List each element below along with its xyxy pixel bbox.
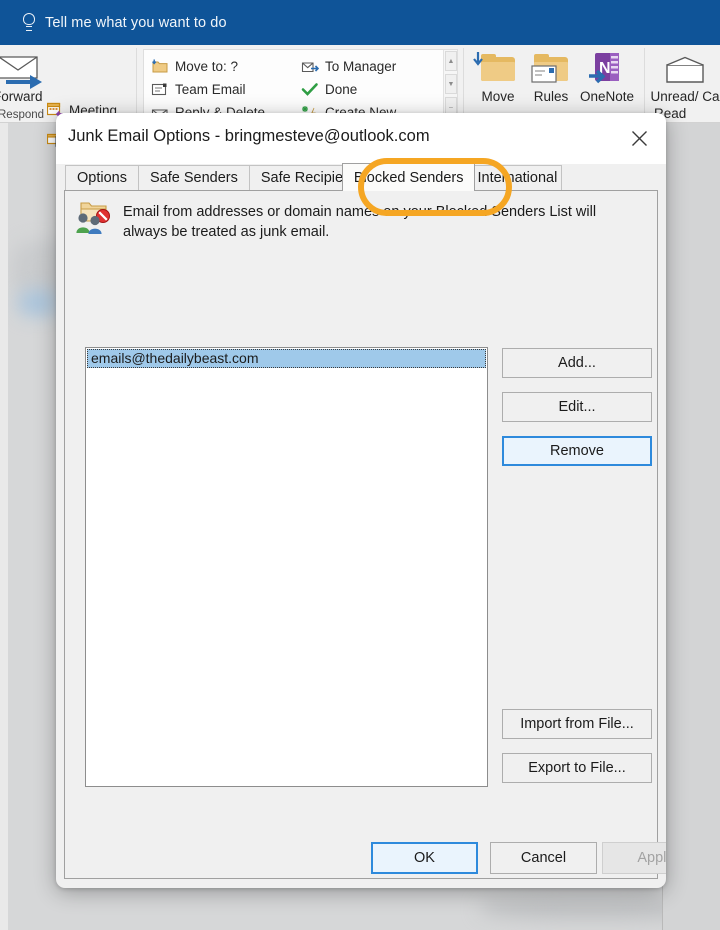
quick-steps-column-right: To Manager Done Create New [301, 55, 396, 116]
cancel-button[interactable]: Cancel [490, 842, 597, 874]
dialog-footer: OK Cancel Apply [56, 828, 666, 888]
ribbon-separator [463, 48, 464, 118]
quick-step-item[interactable]: To Manager [301, 55, 396, 78]
description-row: Email from addresses or domain names on … [74, 201, 644, 242]
move-folder-icon [470, 50, 526, 88]
move-button[interactable]: Move [470, 50, 526, 105]
tell-me-bar[interactable]: Tell me what you want to do [0, 0, 720, 45]
tab-safe-recipients[interactable]: Safe Recipients [248, 165, 343, 190]
forward-icon[interactable] [0, 53, 42, 89]
tab-international[interactable]: International [474, 165, 563, 190]
add-button[interactable]: Add... [502, 348, 652, 378]
right-pane [663, 123, 720, 930]
dialog-title-bar: Junk Email Options - bringmesteve@outloo… [56, 113, 666, 164]
onenote-icon: N [576, 50, 638, 88]
edit-button[interactable]: Edit... [502, 392, 652, 422]
export-to-file-button[interactable]: Export to File... [502, 753, 652, 783]
background-blur-blob [18, 290, 58, 316]
onenote-button[interactable]: N OneNote [576, 50, 638, 105]
move-label: Move [481, 89, 515, 104]
lightbulb-icon [22, 13, 36, 32]
blocked-senders-listbox[interactable]: emails@thedailybeast.com [85, 347, 488, 787]
team-email-icon [151, 82, 169, 97]
quick-step-label: Move to: ? [175, 59, 239, 74]
tab-panel-blocked-senders: Email from addresses or domain names on … [64, 191, 658, 879]
left-rail [0, 123, 8, 930]
quick-step-item[interactable]: Move to: ? [151, 55, 265, 78]
tab-safe-senders[interactable]: Safe Senders [137, 165, 250, 190]
close-icon[interactable] [622, 123, 656, 153]
forward-label: Forward [0, 89, 43, 104]
ribbon-separator [136, 48, 137, 118]
remove-button[interactable]: Remove [502, 436, 652, 466]
ribbon: Forward Respond Meeting [0, 45, 720, 148]
ribbon-group-quick-steps: Move to: ? Team Email Reply & Delete To … [143, 49, 458, 117]
arrow-down-icon [473, 52, 483, 66]
tell-me-label: Tell me what you want to do [45, 14, 227, 31]
quick-step-item[interactable]: Done [301, 78, 396, 101]
quick-steps-column-left: Move to: ? Team Email Reply & Delete [151, 55, 265, 116]
blocked-senders-icon [74, 201, 111, 235]
dialog-tabstrip: Options Safe Senders Safe Recipients Blo… [64, 163, 658, 191]
respond-group-label: Respond [0, 109, 45, 121]
rules-label: Rules [533, 89, 569, 104]
ribbon-separator [644, 48, 645, 118]
unread-read-icon [650, 50, 720, 88]
quick-step-item[interactable]: Team Email [151, 78, 265, 101]
dialog-title: Junk Email Options - bringmesteve@outloo… [68, 127, 430, 145]
scroll-up-button[interactable]: ▲ [445, 51, 457, 71]
done-check-icon [301, 82, 319, 97]
ribbon-group-respond: Forward Respond Meeting [0, 45, 117, 148]
scroll-down-button[interactable]: ▼ [445, 74, 457, 94]
to-manager-icon [301, 59, 320, 74]
junk-email-options-dialog: Junk Email Options - bringmesteve@outloo… [56, 113, 666, 888]
tab-blocked-senders[interactable]: Blocked Senders [341, 163, 476, 191]
envelope-small-icon [531, 65, 557, 83]
rules-icon [523, 50, 579, 88]
onenote-label: OneNote [579, 89, 635, 104]
quick-step-label: Done [325, 82, 358, 97]
move-to-folder-icon [151, 59, 169, 74]
quick-step-label: Team Email [175, 82, 246, 97]
quick-step-label: To Manager [325, 59, 397, 74]
ok-button[interactable]: OK [371, 842, 478, 874]
unread-read-button[interactable]: Unread/ Ca Read [650, 50, 720, 122]
screen: Tell me what you want to do Forward Resp… [0, 0, 720, 930]
rules-button[interactable]: Rules [523, 50, 579, 105]
list-item[interactable]: emails@thedailybeast.com [87, 349, 486, 368]
import-from-file-button[interactable]: Import from File... [502, 709, 652, 739]
unread-read-label: Unread/ Ca [650, 89, 720, 104]
dialog-body: Options Safe Senders Safe Recipients Blo… [64, 163, 658, 880]
tab-options[interactable]: Options [65, 165, 139, 190]
apply-button[interactable]: Apply [602, 842, 666, 874]
quick-steps-scrollbar[interactable]: ▲ ▼ – [443, 50, 457, 116]
description-text: Email from addresses or domain names on … [123, 204, 597, 240]
